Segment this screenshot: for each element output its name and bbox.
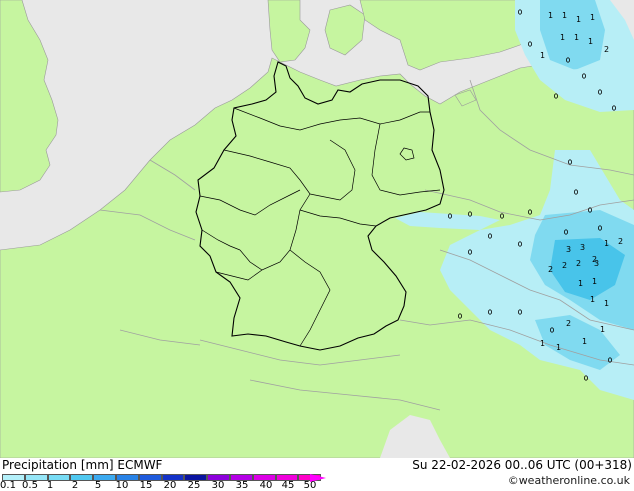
copyright-credit: ©weatheronline.co.uk bbox=[507, 474, 630, 487]
precip-value-label: 1 bbox=[588, 37, 593, 46]
colorbar-tick-label: 20 bbox=[163, 480, 177, 491]
precip-value-label: 1 bbox=[556, 343, 561, 352]
precipitation-map: 111111112222233312111121111 bbox=[0, 0, 634, 458]
precip-value-label: 1 bbox=[560, 33, 565, 42]
precip-value-label: 1 bbox=[540, 339, 545, 348]
precip-value-label: 1 bbox=[590, 13, 595, 22]
colorbar-tick-labels: 0.1 0.5 1 2 5 10 15 20 25 30 35 40 45 50 bbox=[0, 480, 340, 491]
precip-value-label: 1 bbox=[576, 15, 581, 24]
colorbar-tick-label: 5 bbox=[94, 480, 102, 491]
colorbar-tick-label: 2 bbox=[71, 480, 79, 491]
colorbar-tick-label: 40 bbox=[259, 480, 273, 491]
precip-value-label: 2 bbox=[604, 45, 609, 54]
colorbar-tick-label: 35 bbox=[235, 480, 249, 491]
precip-value-label: 1 bbox=[604, 299, 609, 308]
colorbar-tick-label: 25 bbox=[187, 480, 201, 491]
map-footer: Precipitation [mm] ECMWF Su 22-02-2026 0… bbox=[0, 458, 634, 491]
colorbar-tick-label: 15 bbox=[139, 480, 153, 491]
colorbar-tick-label: 30 bbox=[211, 480, 225, 491]
map-canvas: 1 1 1 11 1 1122 2 2 23 331 21 11121111 bbox=[0, 0, 634, 458]
precip-value-label: 1 bbox=[540, 51, 545, 60]
colorbar-tick-label: 0.5 bbox=[22, 480, 38, 491]
precip-value-label: 1 bbox=[582, 337, 587, 346]
precip-value-label: 1 bbox=[600, 325, 605, 334]
colorbar-tick-label: 1 bbox=[46, 480, 54, 491]
precip-value-label: 3 bbox=[580, 243, 585, 252]
precip-value-label: 1 bbox=[604, 239, 609, 248]
precip-value-label: 1 bbox=[590, 295, 595, 304]
precip-value-label: 2 bbox=[548, 265, 553, 274]
map-title: Precipitation [mm] ECMWF bbox=[2, 458, 163, 472]
precip-value-label: 2 bbox=[562, 261, 567, 270]
precip-value-label: 2 bbox=[618, 237, 623, 246]
precip-value-label: 1 bbox=[562, 11, 567, 20]
precip-value-label: 2 bbox=[576, 259, 581, 268]
precip-value-label: 1 bbox=[574, 33, 579, 42]
colorbar-tick-label: 50 bbox=[303, 480, 317, 491]
precip-value-label: 1 bbox=[578, 279, 583, 288]
precip-value-label: 3 bbox=[594, 259, 599, 268]
forecast-datetime: Su 22-02-2026 00..06 UTC (00+318) bbox=[412, 458, 632, 472]
colorbar-tick-label: 10 bbox=[115, 480, 129, 491]
colorbar-tick-label: 45 bbox=[281, 480, 295, 491]
precip-value-label: 1 bbox=[592, 277, 597, 286]
precip-value-label: 2 bbox=[566, 319, 571, 328]
precip-value-label: 1 bbox=[548, 11, 553, 20]
colorbar-tick-label: 0.1 bbox=[0, 480, 16, 491]
precip-value-label: 3 bbox=[566, 245, 571, 254]
